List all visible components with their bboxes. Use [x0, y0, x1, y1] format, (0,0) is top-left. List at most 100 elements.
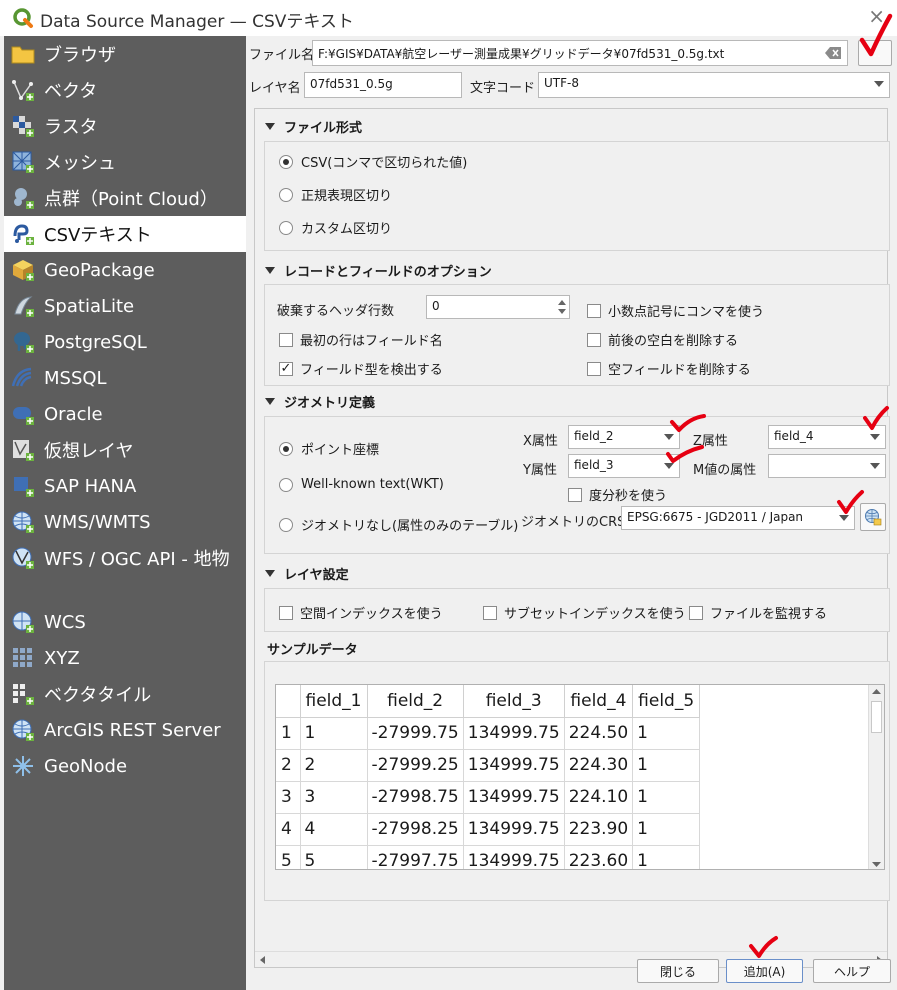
vector-icon — [10, 77, 36, 103]
z-field-select[interactable]: field_4 — [768, 425, 886, 449]
dms-checkbox[interactable]: 度分秒を使う — [568, 485, 667, 504]
sidebar-item[interactable]: ベクタタイル — [4, 676, 246, 712]
discard-empty-checkbox[interactable]: 空フィールドを削除する — [587, 359, 751, 378]
format-custom-label: カスタム区切り — [301, 222, 393, 237]
format-csv-radio[interactable]: CSV(コンマで区切られた値) — [279, 152, 467, 171]
sidebar-item[interactable]: ブラウザ — [4, 36, 246, 72]
clear-icon[interactable] — [825, 47, 841, 59]
collapse-triangle-icon — [265, 398, 275, 405]
decimal-comma-checkbox[interactable]: 小数点記号にコンマを使う — [587, 301, 764, 320]
table-cell: 134999.75 — [463, 813, 565, 846]
trim-fields-label: 前後の空白を削除する — [608, 334, 739, 349]
table-row[interactable]: 1 1 -27999.75 134999.75 224.50 1 — [276, 717, 701, 750]
record-options-header[interactable]: レコードとフィールドのオプション — [265, 261, 492, 280]
close-window-button[interactable]: × — [868, 4, 885, 28]
file-path-input[interactable]: F:¥GIS¥DATA¥航空レーザー測量成果¥グリッドデータ¥07fd531_0… — [312, 40, 848, 66]
radio-icon — [279, 220, 293, 235]
encoding-select[interactable]: UTF-8 — [538, 72, 890, 98]
layer-name-input[interactable]: 07fd531_0.5g — [304, 72, 462, 98]
crs-select[interactable]: EPSG:6675 - JGD2011 / Japan — [621, 506, 855, 530]
crs-selector-button[interactable] — [860, 503, 886, 531]
sidebar-item[interactable]: メッシュ — [4, 144, 246, 180]
sidebar-item[interactable]: MSSQL — [4, 360, 246, 396]
spin-up-icon[interactable] — [558, 300, 566, 305]
sample-data-title: サンプルデータ — [267, 643, 358, 658]
z-field-label: Z属性 — [693, 434, 728, 449]
sidebar-item[interactable]: ベクタ — [4, 72, 246, 108]
sidebar-item[interactable]: 仮想レイヤ — [4, 432, 246, 468]
geometry-wkt-radio[interactable]: Well-known text(WKT) — [279, 477, 444, 492]
chevron-down-icon — [664, 463, 674, 469]
table-row[interactable]: 4 4 -27998.25 134999.75 223.90 1 — [276, 813, 701, 846]
table-cell: 1 — [632, 845, 701, 869]
file-format-header[interactable]: ファイル形式 — [265, 117, 362, 136]
column-header[interactable]: field_4 — [564, 685, 634, 718]
layer-settings-header[interactable]: レイヤ設定 — [265, 564, 349, 583]
sample-data-table[interactable]: field_1 field_2 field_3 field_4 field_5 1 1 -2… — [275, 684, 885, 870]
chevron-down-icon — [664, 434, 674, 440]
skip-header-spinbox[interactable]: 0 — [426, 295, 570, 319]
column-header[interactable]: field_2 — [367, 685, 464, 718]
format-custom-radio[interactable]: カスタム区切り — [279, 218, 392, 237]
sidebar-item[interactable]: WCS — [4, 604, 246, 640]
geometry-point-radio[interactable]: ポイント座標 — [279, 439, 379, 458]
sample-data-header: サンプルデータ — [267, 639, 358, 658]
geometry-none-radio[interactable]: ジオメトリなし(属性のみのテーブル) — [279, 515, 518, 534]
sidebar-item[interactable]: ラスタ — [4, 108, 246, 144]
geometry-none-label: ジオメトリなし(属性のみのテーブル) — [301, 519, 519, 534]
close-button[interactable]: 閉じる — [637, 959, 719, 983]
geometry-header[interactable]: ジオメトリ定義 — [265, 392, 375, 411]
sidebar-item[interactable]: GeoPackage — [4, 252, 246, 288]
m-field-select[interactable] — [768, 454, 886, 478]
column-header[interactable]: field_3 — [463, 685, 565, 718]
spin-down-icon[interactable] — [558, 309, 566, 314]
detect-types-checkbox[interactable]: ✓ フィールド型を検出する — [279, 359, 443, 378]
help-button[interactable]: ヘルプ — [813, 959, 891, 983]
table-cell: -27999.75 — [367, 717, 464, 750]
sidebar-item[interactable]: 点群（Point Cloud） — [4, 180, 246, 216]
format-regex-radio[interactable]: 正規表現区切り — [279, 185, 392, 204]
spatial-index-checkbox[interactable]: 空間インデックスを使う — [279, 603, 443, 622]
table-cell: -27999.25 — [367, 749, 464, 782]
table-cell: 5 — [300, 845, 368, 869]
crs-value: EPSG:6675 - JGD2011 / Japan — [627, 510, 804, 524]
column-header[interactable]: field_5 — [632, 685, 701, 718]
sidebar-item[interactable]: CSVテキスト — [4, 216, 246, 252]
sidebar-item-label: MSSQL — [44, 367, 107, 389]
sidebar-item[interactable]: WMS/WMTS — [4, 504, 246, 540]
table-row[interactable]: 5 5 -27997.75 134999.75 223.60 1 — [276, 845, 701, 869]
sidebar-item[interactable]: SAP HANA — [4, 468, 246, 504]
sidebar-item[interactable]: ArcGIS REST Server — [4, 712, 246, 748]
sidebar-item[interactable]: Oracle — [4, 396, 246, 432]
chevron-down-icon — [870, 463, 880, 469]
table-row[interactable]: 2 2 -27999.25 134999.75 224.30 1 — [276, 749, 701, 782]
y-field-select[interactable]: field_3 — [568, 454, 680, 478]
sidebar-item-label: ラスタ — [44, 117, 98, 138]
sidebar-item-label: WCS — [44, 611, 86, 633]
scroll-thumb[interactable] — [871, 701, 882, 733]
trim-fields-checkbox[interactable]: 前後の空白を削除する — [587, 330, 738, 349]
table-row[interactable]: 3 3 -27998.75 134999.75 224.10 1 — [276, 781, 701, 814]
sidebar-item[interactable]: SpatiaLite — [4, 288, 246, 324]
z-field-value: field_4 — [774, 429, 814, 443]
x-field-select[interactable]: field_2 — [568, 425, 680, 449]
column-header[interactable]: field_1 — [300, 685, 368, 718]
scroll-up-arrow-icon[interactable] — [869, 685, 884, 699]
scroll-left-arrow-icon[interactable] — [257, 953, 269, 967]
sidebar-item-label: ベクタ — [44, 81, 98, 102]
watch-file-checkbox[interactable]: ファイルを監視する — [689, 603, 827, 622]
sidebar-item[interactable]: GeoNode — [4, 748, 246, 784]
geometry-title: ジオメトリ定義 — [284, 396, 376, 411]
browse-file-button[interactable]: … — [858, 40, 892, 66]
sidebar-item[interactable]: XYZ — [4, 640, 246, 676]
scroll-down-arrow-icon[interactable] — [869, 857, 884, 870]
radio-icon — [279, 187, 293, 202]
sidebar-item[interactable]: PostgreSQL — [4, 324, 246, 360]
table-vertical-scrollbar[interactable] — [868, 685, 884, 870]
sidebar-item-label: PostgreSQL — [44, 331, 147, 353]
first-row-names-checkbox[interactable]: 最初の行はフィールド名 — [279, 330, 443, 349]
options-scroll-area[interactable]: ファイル形式 CSV(コンマで区切られた値) 正規表現区切り カスタム区切り レ… — [254, 108, 890, 968]
sidebar-item[interactable]: WFS / OGC API - 地物 — [4, 540, 246, 576]
add-button[interactable]: 追加(A) — [726, 959, 803, 983]
subset-index-checkbox[interactable]: サブセットインデックスを使う — [483, 603, 686, 622]
